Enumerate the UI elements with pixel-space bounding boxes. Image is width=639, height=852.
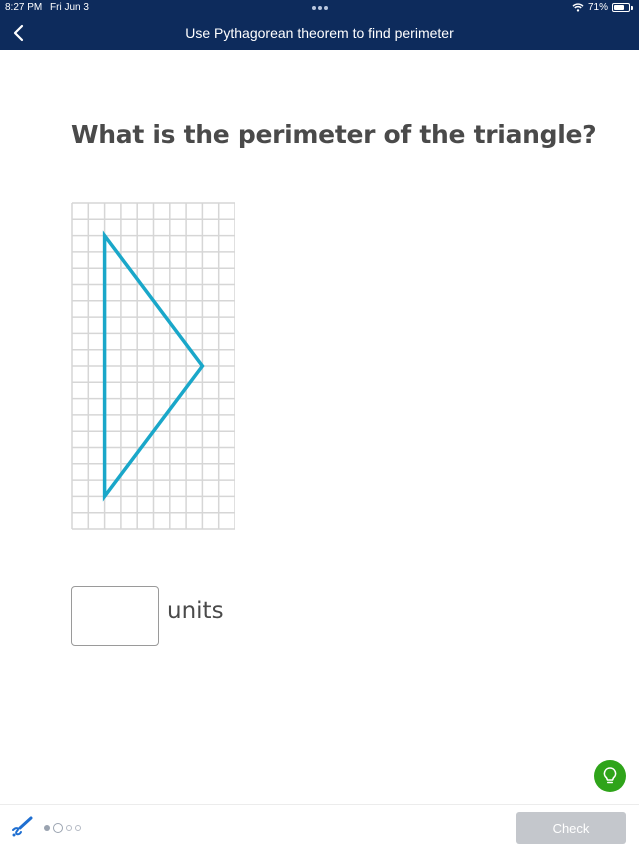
lightbulb-icon bbox=[603, 767, 617, 784]
triangle-grid-figure bbox=[71, 202, 235, 530]
progress-indicator bbox=[44, 823, 81, 833]
grid-lines bbox=[71, 202, 235, 530]
lesson-screen: 8:27 PM Fri Jun 3 71% Use Pythagorean th… bbox=[0, 0, 639, 852]
question-text: What is the perimeter of the triangle? bbox=[71, 120, 597, 149]
units-label: units bbox=[167, 598, 224, 624]
status-indicators: 71% bbox=[572, 2, 633, 13]
footer-divider bbox=[0, 804, 639, 805]
battery-icon bbox=[612, 3, 630, 12]
status-time: 8:27 PM bbox=[5, 2, 43, 13]
page-title: Use Pythagorean theorem to find perimete… bbox=[185, 25, 454, 41]
perimeter-answer-input[interactable] bbox=[71, 586, 159, 646]
battery-fill bbox=[614, 5, 624, 10]
pencil-scribble-icon bbox=[12, 816, 33, 837]
battery-cap bbox=[631, 5, 633, 10]
check-button[interactable]: Check bbox=[516, 812, 626, 844]
progress-dot-current bbox=[53, 823, 63, 833]
multitasking-dots-icon[interactable] bbox=[312, 6, 328, 10]
wifi-icon bbox=[572, 3, 584, 12]
progress-dot-todo bbox=[75, 825, 81, 831]
status-date: Fri Jun 3 bbox=[50, 2, 89, 13]
app-header: 8:27 PM Fri Jun 3 71% Use Pythagorean th… bbox=[0, 0, 639, 50]
hint-button[interactable] bbox=[594, 760, 626, 792]
progress-dot-todo bbox=[66, 825, 72, 831]
scratchpad-button[interactable] bbox=[10, 815, 34, 839]
battery-percent: 71% bbox=[587, 2, 608, 13]
progress-dot-done bbox=[44, 825, 50, 831]
